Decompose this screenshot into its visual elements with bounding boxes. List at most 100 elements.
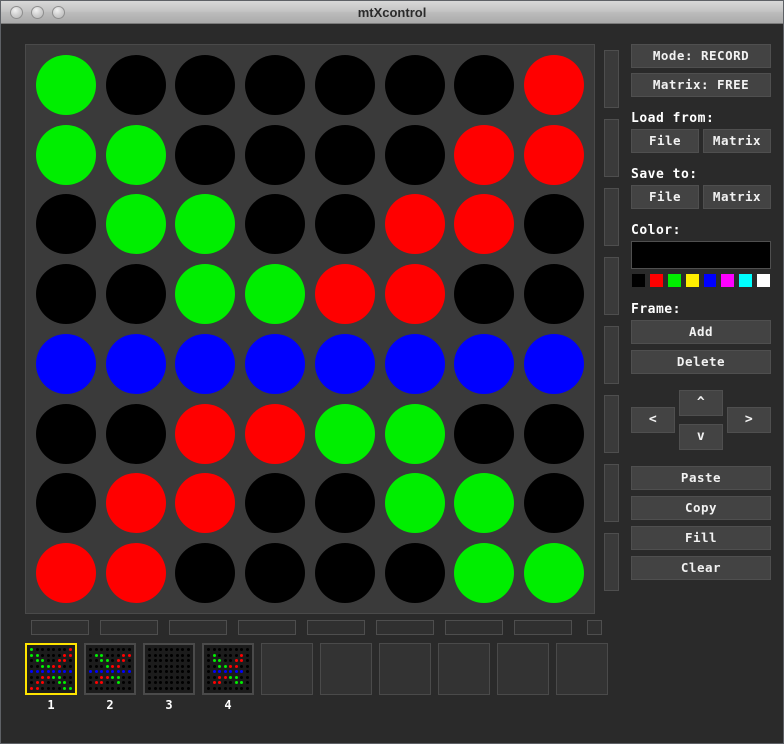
column-selector-3[interactable]	[169, 620, 227, 635]
copy-button[interactable]: Copy	[631, 496, 771, 520]
close-button[interactable]	[10, 5, 23, 19]
led-cell[interactable]	[101, 329, 171, 399]
frame-slot-7[interactable]	[379, 643, 431, 712]
led-cell[interactable]	[380, 50, 450, 120]
led-cell[interactable]	[519, 50, 589, 120]
row-selector-2[interactable]	[604, 119, 619, 177]
led-cell[interactable]	[519, 469, 589, 539]
led-cell[interactable]	[240, 399, 310, 469]
frame-slot-3[interactable]: 3	[143, 643, 195, 712]
paste-button[interactable]: Paste	[631, 466, 771, 490]
minimize-button[interactable]	[31, 5, 44, 19]
led-2-1[interactable]	[35, 124, 96, 185]
led-cell[interactable]	[380, 190, 450, 260]
led-cell[interactable]	[450, 259, 520, 329]
frame-thumbnail[interactable]	[556, 643, 608, 695]
clear-button[interactable]: Clear	[631, 556, 771, 580]
led-8-1[interactable]	[35, 543, 96, 604]
column-selector-6[interactable]	[376, 620, 434, 635]
led-8-8[interactable]	[524, 543, 585, 604]
led-4-8[interactable]	[524, 264, 585, 325]
frame-slot-6[interactable]	[320, 643, 372, 712]
led-cell[interactable]	[380, 399, 450, 469]
shift-up-button[interactable]: ^	[679, 390, 723, 416]
frame-slot-4[interactable]: 4	[202, 643, 254, 712]
led-4-4[interactable]	[245, 264, 306, 325]
led-5-4[interactable]	[245, 333, 306, 394]
led-cell[interactable]	[101, 538, 171, 608]
led-cell[interactable]	[380, 120, 450, 190]
led-4-6[interactable]	[384, 264, 445, 325]
led-cell[interactable]	[310, 469, 380, 539]
led-cell[interactable]	[101, 190, 171, 260]
led-1-2[interactable]	[105, 54, 166, 115]
led-8-3[interactable]	[175, 543, 236, 604]
led-cell[interactable]	[171, 190, 241, 260]
led-cell[interactable]	[101, 469, 171, 539]
frame-add-button[interactable]: Add	[631, 320, 771, 344]
led-2-3[interactable]	[175, 124, 236, 185]
led-4-7[interactable]	[454, 264, 515, 325]
column-selector-7[interactable]	[445, 620, 503, 635]
led-2-7[interactable]	[454, 124, 515, 185]
frame-thumbnail[interactable]	[438, 643, 490, 695]
led-cell[interactable]	[519, 329, 589, 399]
frame-thumbnail[interactable]	[84, 643, 136, 695]
row-selector-6[interactable]	[604, 395, 619, 453]
led-3-6[interactable]	[384, 194, 445, 255]
led-7-5[interactable]	[314, 473, 375, 534]
frame-slot-8[interactable]	[438, 643, 490, 712]
led-1-4[interactable]	[245, 54, 306, 115]
load-from-file-button[interactable]: File	[631, 129, 699, 153]
frame-slot-10[interactable]	[556, 643, 608, 712]
led-cell[interactable]	[519, 190, 589, 260]
column-selector-5[interactable]	[307, 620, 365, 635]
color-swatch-4[interactable]	[684, 273, 700, 288]
column-selector-4[interactable]	[238, 620, 296, 635]
led-cell[interactable]	[31, 190, 101, 260]
led-3-4[interactable]	[245, 194, 306, 255]
frame-slot-1[interactable]: 1	[25, 643, 77, 712]
led-cell[interactable]	[31, 259, 101, 329]
load-from-matrix-button[interactable]: Matrix	[703, 129, 771, 153]
led-cell[interactable]	[519, 399, 589, 469]
led-cell[interactable]	[310, 120, 380, 190]
led-2-2[interactable]	[105, 124, 166, 185]
led-cell[interactable]	[310, 50, 380, 120]
led-6-5[interactable]	[314, 403, 375, 464]
led-4-5[interactable]	[314, 264, 375, 325]
column-selector-2[interactable]	[100, 620, 158, 635]
save-to-matrix-button[interactable]: Matrix	[703, 185, 771, 209]
led-cell[interactable]	[450, 399, 520, 469]
led-cell[interactable]	[450, 329, 520, 399]
row-selector-1[interactable]	[604, 50, 619, 108]
row-selector-8[interactable]	[604, 533, 619, 591]
led-6-2[interactable]	[105, 403, 166, 464]
led-3-2[interactable]	[105, 194, 166, 255]
frame-thumbnail[interactable]	[379, 643, 431, 695]
led-cell[interactable]	[380, 538, 450, 608]
zoom-button[interactable]	[52, 5, 65, 19]
led-4-3[interactable]	[175, 264, 236, 325]
led-cell[interactable]	[450, 538, 520, 608]
led-cell[interactable]	[171, 259, 241, 329]
led-5-1[interactable]	[35, 333, 96, 394]
led-matrix[interactable]	[31, 50, 589, 608]
led-6-6[interactable]	[384, 403, 445, 464]
current-color-preview[interactable]	[631, 241, 771, 269]
led-4-1[interactable]	[35, 264, 96, 325]
led-cell[interactable]	[101, 120, 171, 190]
frame-delete-button[interactable]: Delete	[631, 350, 771, 374]
led-8-2[interactable]	[105, 543, 166, 604]
led-1-6[interactable]	[384, 54, 445, 115]
led-cell[interactable]	[380, 259, 450, 329]
led-3-1[interactable]	[35, 194, 96, 255]
led-1-5[interactable]	[314, 54, 375, 115]
led-cell[interactable]	[31, 399, 101, 469]
led-cell[interactable]	[450, 120, 520, 190]
led-8-4[interactable]	[245, 543, 306, 604]
led-6-8[interactable]	[524, 403, 585, 464]
led-cell[interactable]	[519, 259, 589, 329]
led-cell[interactable]	[240, 50, 310, 120]
led-5-8[interactable]	[524, 333, 585, 394]
